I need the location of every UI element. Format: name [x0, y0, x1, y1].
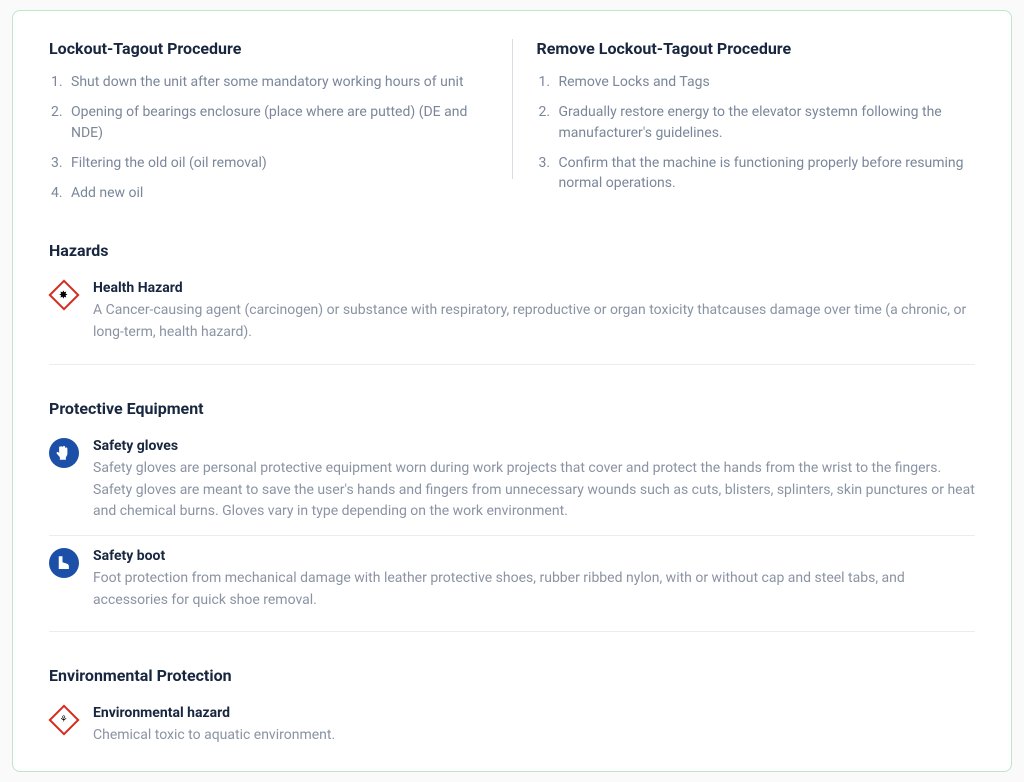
protective-item: Safety gloves Safety gloves are personal…: [49, 432, 975, 535]
protective-desc: Foot protection from mechanical damage w…: [93, 568, 975, 611]
lockout-steps: Shut down the unit after some mandatory …: [49, 72, 488, 203]
remove-step: Confirm that the machine is functioning …: [539, 153, 976, 194]
gloves-icon: [49, 438, 79, 468]
column-divider: [512, 39, 513, 179]
section-divider: [49, 364, 975, 377]
hazard-desc: A Cancer-causing agent (carcinogen) or s…: [93, 300, 975, 343]
lockout-step: Filtering the old oil (oil removal): [51, 153, 488, 173]
protective-desc: Safety gloves are personal protective eq…: [93, 458, 975, 523]
boot-icon: [49, 548, 79, 578]
protective-item: Safety boot Foot protection from mechani…: [49, 535, 975, 623]
lockout-step: Shut down the unit after some mandatory …: [51, 72, 488, 92]
protective-title: Protective Equipment: [49, 399, 975, 418]
remove-title: Remove Lockout-Tagout Procedure: [537, 39, 976, 58]
procedure-document: Lockout-Tagout Procedure Shut down the u…: [12, 10, 1012, 772]
environmental-desc: Chemical toxic to aquatic environment.: [93, 725, 975, 747]
hazards-section: Hazards ✸ Health Hazard A Cancer-causing…: [49, 241, 975, 376]
protective-section: Protective Equipment Safety gloves Safet…: [49, 399, 975, 644]
remove-column: Remove Lockout-Tagout Procedure Remove L…: [537, 39, 976, 213]
remove-step: Gradually restore energy to the elevator…: [539, 102, 976, 143]
hazards-title: Hazards: [49, 241, 975, 260]
lockout-column: Lockout-Tagout Procedure Shut down the u…: [49, 39, 488, 213]
hazard-item: ✸ Health Hazard A Cancer-causing agent (…: [49, 274, 975, 355]
environmental-section: Environmental Protection ⚘ Environmental…: [49, 666, 975, 747]
lockout-step: Add new oil: [51, 183, 488, 203]
hazard-name: Health Hazard: [93, 280, 975, 296]
lockout-title: Lockout-Tagout Procedure: [49, 39, 488, 58]
procedures-columns: Lockout-Tagout Procedure Shut down the u…: [49, 39, 975, 213]
health-hazard-icon: ✸: [49, 280, 79, 310]
section-divider: [49, 631, 975, 644]
protective-name: Safety gloves: [93, 438, 975, 454]
remove-steps: Remove Locks and Tags Gradually restore …: [537, 72, 976, 193]
remove-step: Remove Locks and Tags: [539, 72, 976, 92]
environmental-title: Environmental Protection: [49, 666, 975, 685]
environmental-name: Environmental hazard: [93, 705, 975, 721]
lockout-step: Opening of bearings enclosure (place whe…: [51, 102, 488, 143]
environmental-item: ⚘ Environmental hazard Chemical toxic to…: [49, 699, 975, 747]
environment-hazard-icon: ⚘: [49, 705, 79, 735]
protective-name: Safety boot: [93, 548, 975, 564]
